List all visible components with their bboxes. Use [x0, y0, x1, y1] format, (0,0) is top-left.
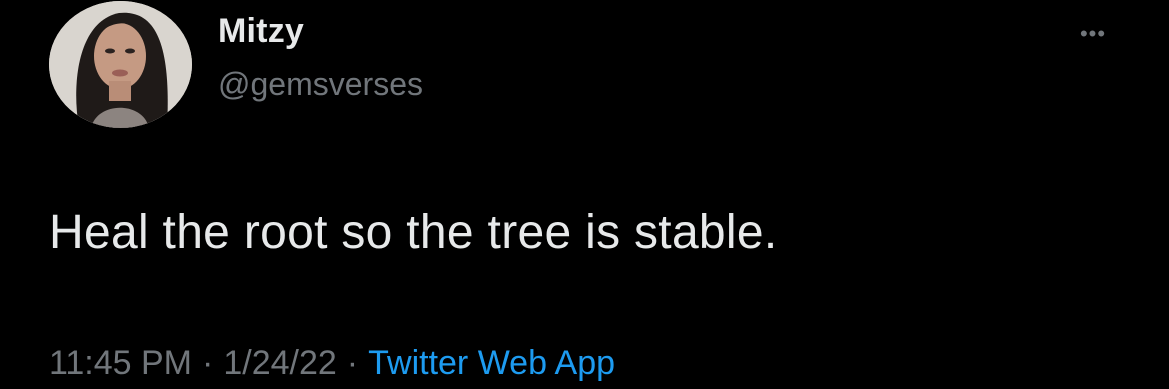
tweet-source-link[interactable]: Twitter Web App [368, 344, 615, 382]
avatar[interactable] [49, 1, 192, 128]
more-options-button[interactable]: ••• [1068, 20, 1118, 48]
separator-dot: · [202, 344, 214, 382]
tweet-text: Heal the root so the tree is stable. [49, 206, 778, 259]
more-horizontal-icon: ••• [1079, 21, 1107, 46]
display-name[interactable]: Mitzy [218, 12, 304, 51]
tweet-time[interactable]: 11:45 PM [49, 344, 192, 382]
tweet-metadata: 11:45 PM · 1/24/22 · Twitter Web App [49, 344, 615, 383]
user-handle[interactable]: @gemsverses [218, 66, 423, 103]
avatar-image [49, 1, 192, 128]
tweet-date[interactable]: 1/24/22 [223, 344, 336, 382]
tweet: Mitzy @gemsverses ••• Heal the root so t… [0, 0, 1169, 389]
separator-dot: · [346, 344, 359, 382]
